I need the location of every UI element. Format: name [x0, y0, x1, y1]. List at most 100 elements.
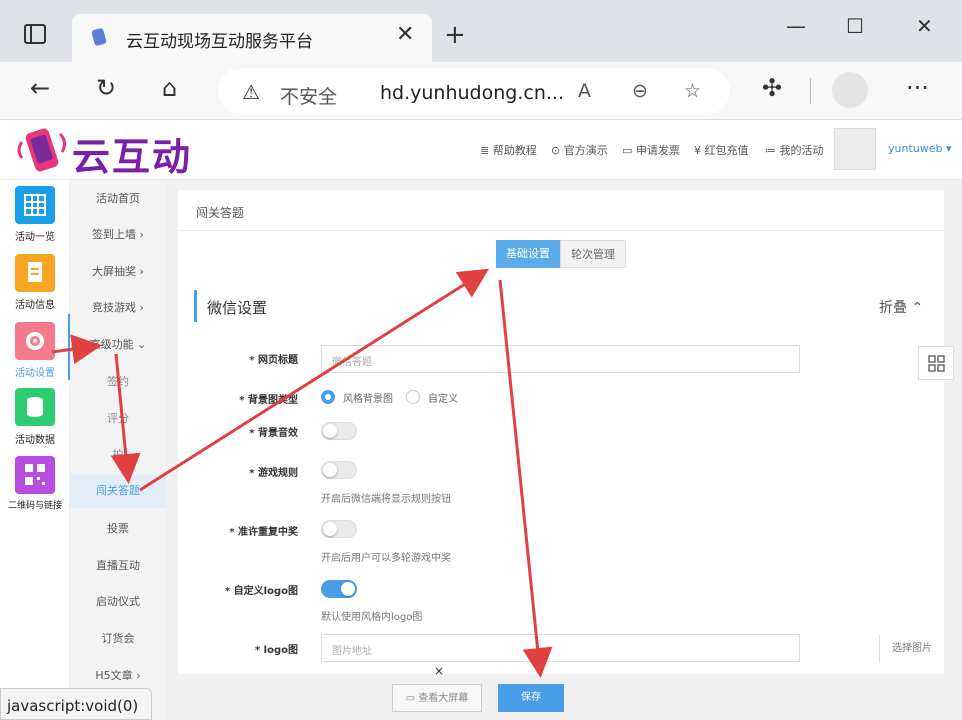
- more-menu-icon[interactable]: ···: [906, 74, 929, 102]
- logo-url-input[interactable]: 图片地址 选择图片: [321, 634, 932, 663]
- repeat-win-toggle[interactable]: [321, 520, 357, 538]
- section-header: 微信设置 折叠 ⌃: [194, 290, 928, 322]
- qrcode-icon: [25, 464, 45, 485]
- new-tab-button[interactable]: +: [444, 20, 466, 50]
- grid-icon: [24, 194, 46, 216]
- maximize-button[interactable]: ☐: [846, 14, 864, 38]
- logo-text[interactable]: 云互动: [72, 126, 192, 181]
- sidebar-item-activity-list[interactable]: [15, 186, 55, 224]
- page-title-label: * 网页标题: [249, 355, 298, 366]
- sidebar-item-activity-info[interactable]: [15, 254, 55, 292]
- divider: [178, 230, 944, 231]
- warning-icon: ⚠: [242, 80, 260, 104]
- view-screen-button[interactable]: ▭ 查看大屏幕: [392, 684, 482, 712]
- read-aloud-icon[interactable]: A: [578, 80, 591, 102]
- page-header: 云互动 ≣ 帮助教程 ⊙ 官方演示 ▭ 申请发票 ¥ 红包充值 ≔ 我的活动 y…: [0, 120, 962, 180]
- repeat-win-label: * 准许重复中奖: [229, 527, 298, 538]
- custom-logo-label: * 自定义logo图: [224, 586, 298, 597]
- submenu-item[interactable]: 大屏抽奖 ›: [70, 263, 166, 279]
- bg-type-label: * 背景图类型: [239, 395, 298, 406]
- redpacket-link[interactable]: ¥ 红包充值: [694, 142, 749, 158]
- close-window-button[interactable]: ✕: [916, 14, 933, 38]
- bg-type-opt1-label: 风格背景图: [343, 394, 393, 405]
- document-icon: [28, 262, 42, 282]
- gear-icon: [26, 332, 44, 350]
- toolbar-divider: [810, 78, 811, 104]
- browser-tab[interactable]: 云互动现场互动服务平台 ✕: [72, 14, 432, 62]
- zoom-icon[interactable]: ⊖: [632, 80, 648, 102]
- tab-basic-settings[interactable]: 基础设置: [496, 240, 560, 268]
- submenu-item[interactable]: 直播互动: [70, 557, 166, 573]
- submenu-item[interactable]: H5文章 ›: [70, 667, 166, 683]
- sidebar-label: 活动数据: [15, 435, 55, 446]
- save-button[interactable]: 保存: [498, 684, 564, 712]
- custom-logo-toggle[interactable]: [321, 580, 357, 598]
- submenu-item[interactable]: 签约: [70, 373, 166, 389]
- sidebar-label: 活动一览: [15, 232, 55, 243]
- floating-qrcode-button[interactable]: [918, 346, 954, 380]
- profile-icon[interactable]: [832, 72, 868, 108]
- database-icon: [27, 397, 43, 417]
- sidebar-label: 二维码与链接: [7, 501, 62, 511]
- status-bar: javascript:void(0): [0, 688, 152, 720]
- choose-image-button[interactable]: 选择图片: [879, 635, 944, 663]
- extensions-icon[interactable]: ✣: [762, 74, 782, 102]
- submenu-item[interactable]: 拍: [70, 446, 166, 462]
- custom-logo-hint: 默认使用风格内logo图: [321, 612, 423, 623]
- rules-hint: 开启后微信端将显示规则按钮: [321, 494, 451, 505]
- bg-type-custom-radio[interactable]: [406, 390, 420, 404]
- submenu-item[interactable]: 订货会: [70, 630, 166, 646]
- insecure-label[interactable]: 不安全: [280, 82, 337, 109]
- sidebar-item-activity-data[interactable]: [15, 388, 55, 426]
- page-title-input[interactable]: 微信答题: [321, 345, 800, 373]
- back-icon[interactable]: ←: [30, 74, 50, 102]
- refresh-icon[interactable]: ↻: [96, 74, 116, 102]
- sidebar-label: 活动信息: [15, 300, 55, 311]
- tab-actions-icon[interactable]: [24, 24, 46, 44]
- sidebar-label: 活动设置: [15, 368, 55, 379]
- sidebar-item-activity-settings[interactable]: [15, 322, 55, 360]
- official-demo-link[interactable]: ⊙ 官方演示: [551, 142, 608, 158]
- logo-label: * logo图: [254, 645, 298, 656]
- bg-sound-toggle[interactable]: [321, 422, 357, 440]
- submenu-item[interactable]: 高级功能 ⌄: [70, 336, 166, 352]
- sidebar-item-qrcode[interactable]: [15, 456, 55, 494]
- repeat-win-hint: 开启后用户可以多轮游戏中奖: [321, 553, 451, 564]
- browser-tab-bar: 云互动现场互动服务平台 ✕ + — ☐ ✕: [0, 0, 962, 62]
- minimize-button[interactable]: —: [786, 14, 806, 38]
- footer-bar: ▭ 查看大屏幕 保存: [166, 676, 962, 720]
- help-tutorial-link[interactable]: ≣ 帮助教程: [480, 142, 537, 158]
- submenu-item[interactable]: 竞技游戏 ›: [70, 299, 166, 315]
- qrcode-icon: [928, 355, 945, 372]
- site-favicon-icon: [91, 28, 107, 46]
- tab-title: 云互动现场互动服务平台: [126, 32, 313, 52]
- bg-sound-label: * 背景音效: [249, 428, 298, 439]
- favorite-icon[interactable]: ☆: [684, 80, 701, 102]
- main-card: 闯关答题 基础设置 轮次管理 微信设置 折叠 ⌃ * 网页标题 微信答题 * 背…: [178, 190, 944, 678]
- invoice-link[interactable]: ▭ 申请发票: [622, 142, 680, 158]
- username-dropdown[interactable]: yuntuweb ▾: [888, 142, 952, 155]
- submenu-item-active[interactable]: 闯关答题: [70, 474, 166, 508]
- home-icon[interactable]: ⌂: [162, 74, 177, 102]
- url-text[interactable]: hd.yunhudong.cn...: [380, 82, 564, 104]
- submenu-item[interactable]: 评分: [70, 410, 166, 426]
- browser-toolbar: ← ↻ ⌂ ⚠ 不安全 hd.yunhudong.cn... A ⊖ ☆ ✣ ·…: [0, 62, 962, 120]
- tab-close-icon[interactable]: ✕: [396, 22, 414, 47]
- section-title: 微信设置: [207, 299, 268, 317]
- left-sidebar: 活动一览 活动信息 活动设置 活动数据 二维码与链接: [0, 180, 70, 720]
- tab-round-management[interactable]: 轮次管理: [560, 240, 626, 268]
- rules-label: * 游戏规则: [249, 468, 298, 479]
- avatar[interactable]: [834, 128, 876, 170]
- rules-toggle[interactable]: [321, 461, 357, 479]
- bg-type-style-radio[interactable]: [321, 390, 335, 404]
- sub-menu: 活动首页 签到上墙 › 大屏抽奖 › 竞技游戏 › 高级功能 ⌄ 签约 评分 拍…: [70, 180, 166, 720]
- submenu-item[interactable]: 活动首页: [70, 190, 166, 206]
- fold-button[interactable]: 折叠 ⌃: [879, 297, 923, 317]
- bg-type-opt2-label: 自定义: [428, 394, 458, 405]
- submenu-item[interactable]: 启动仪式: [70, 593, 166, 609]
- submenu-item[interactable]: 投票: [70, 520, 166, 536]
- submenu-item[interactable]: 签到上墙 ›: [70, 226, 166, 242]
- address-bar[interactable]: ⚠ 不安全 hd.yunhudong.cn... A ⊖ ☆: [218, 68, 730, 114]
- breadcrumb: 闯关答题: [196, 206, 245, 220]
- my-activity-link[interactable]: ≔ 我的活动: [765, 142, 824, 158]
